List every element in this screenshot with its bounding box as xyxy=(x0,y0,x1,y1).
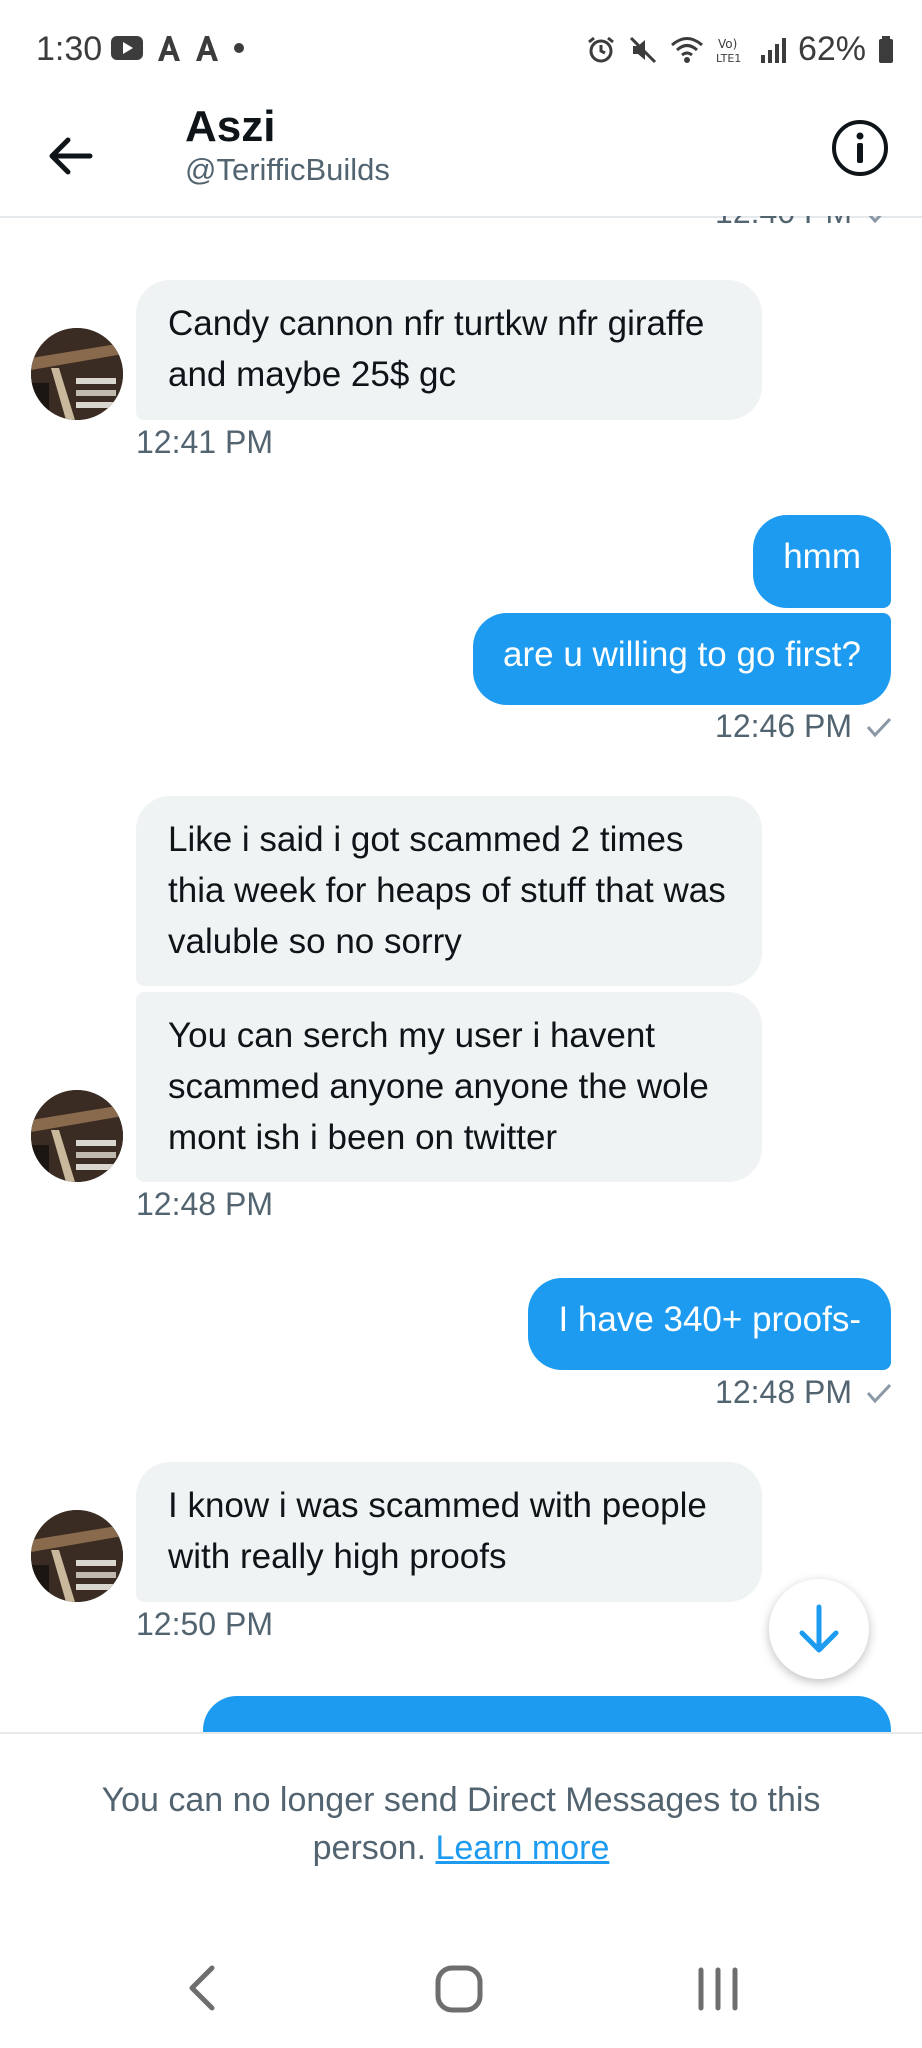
incoming-message-bubble[interactable]: You can serch my user i havent scammed a… xyxy=(136,992,762,1182)
chevron-left-icon xyxy=(189,1965,215,2011)
font-a-icon xyxy=(158,36,180,61)
battery-percent: 62% xyxy=(797,30,866,68)
signal-icon xyxy=(760,37,786,63)
avatar-image xyxy=(31,1510,123,1602)
message-text: Candy cannon nfr turtkw nfr giraffe and … xyxy=(168,304,705,394)
alarm-icon xyxy=(588,36,614,62)
conversation-header: Aszi @TerifficBuilds xyxy=(0,102,922,218)
message-text: Like i said i got scammed 2 times thia w… xyxy=(168,820,726,961)
svg-text:LTE1: LTE1 xyxy=(716,52,741,65)
checkmark-icon xyxy=(866,717,892,737)
arrow-down-icon xyxy=(799,1604,839,1653)
notice-text: You can no longer send Direct Messages t… xyxy=(101,1781,821,1867)
message-text: I know i was scammed with people with re… xyxy=(168,1486,707,1576)
nav-recents-button[interactable] xyxy=(693,1962,743,2016)
avatar-image xyxy=(31,328,123,420)
wifi-icon xyxy=(670,36,703,63)
dot-icon xyxy=(234,43,244,53)
message-timestamp: 12:40 PM xyxy=(715,216,892,231)
outgoing-message-bubble[interactable]: hmm xyxy=(753,515,891,608)
svg-text:Vo): Vo) xyxy=(718,37,737,51)
home-square-icon xyxy=(435,1965,483,2013)
avatar[interactable] xyxy=(31,328,123,420)
outgoing-message-bubble[interactable]: are u willing to go first? xyxy=(473,613,891,705)
nav-home-button[interactable] xyxy=(432,1962,486,2016)
contact-handle[interactable]: @TerifficBuilds xyxy=(185,152,390,188)
scroll-to-bottom-button[interactable] xyxy=(769,1579,869,1679)
checkmark-icon xyxy=(866,1383,892,1403)
message-text: are u willing to go first? xyxy=(503,635,861,674)
mute-icon xyxy=(629,36,656,63)
nav-back-button[interactable] xyxy=(176,1956,226,2020)
message-text: hmm xyxy=(783,537,861,576)
message-text: I have 340+ proofs- xyxy=(558,1300,861,1339)
checkmark-icon xyxy=(869,216,882,223)
status-bar: 1:30 Vo) LTE1 62% xyxy=(0,0,922,102)
status-time: 1:30 xyxy=(36,30,103,68)
message-list[interactable]: 12:40 PM Candy cannon nfr turtkw nfr gir… xyxy=(0,216,922,1732)
avatar[interactable] xyxy=(31,1510,123,1602)
system-navigation-bar xyxy=(0,1928,922,2048)
battery-icon xyxy=(879,35,893,63)
avatar-image xyxy=(31,1090,123,1182)
avatar[interactable] xyxy=(31,1090,123,1182)
incoming-message-bubble[interactable]: Candy cannon nfr turtkw nfr giraffe and … xyxy=(136,280,762,420)
youtube-icon xyxy=(111,36,143,60)
system-icons: Vo) LTE1 62% xyxy=(586,30,894,69)
recents-icon xyxy=(698,1967,738,2011)
message-timestamp: 12:50 PM xyxy=(136,1606,273,1642)
message-timestamp: 12:41 PM xyxy=(136,424,273,460)
outgoing-message-bubble[interactable] xyxy=(203,1696,891,1732)
message-text: You can serch my user i havent scammed a… xyxy=(168,1016,709,1157)
incoming-message-bubble[interactable]: I know i was scammed with people with re… xyxy=(136,1462,762,1602)
font-a-icon xyxy=(196,36,218,61)
message-timestamp: 12:46 PM xyxy=(715,708,892,745)
contact-name[interactable]: Aszi xyxy=(185,102,275,152)
outgoing-message-bubble[interactable]: I have 340+ proofs- xyxy=(528,1278,891,1370)
info-icon xyxy=(832,120,888,176)
volte-icon: Vo)LTE1 xyxy=(716,37,741,65)
incoming-message-bubble[interactable]: Like i said i got scammed 2 times thia w… xyxy=(136,796,762,986)
dm-disabled-notice: You can no longer send Direct Messages t… xyxy=(0,1732,922,1930)
info-button[interactable] xyxy=(830,118,890,178)
notification-icons xyxy=(110,34,246,62)
back-button[interactable] xyxy=(40,124,104,188)
learn-more-link[interactable]: Learn more xyxy=(435,1829,609,1867)
message-timestamp: 12:48 PM xyxy=(715,1374,892,1411)
arrow-left-icon xyxy=(49,137,93,175)
message-timestamp: 12:48 PM xyxy=(136,1186,273,1222)
